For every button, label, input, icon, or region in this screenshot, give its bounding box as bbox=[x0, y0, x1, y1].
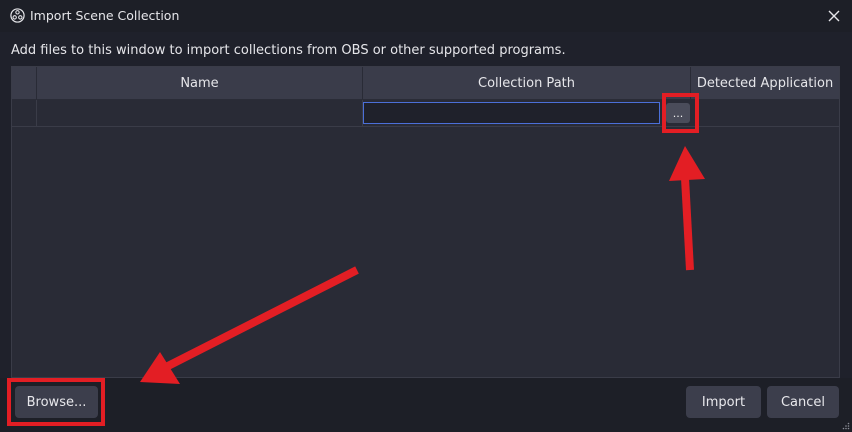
arrow-down-left-icon bbox=[140, 266, 359, 384]
annotation-arrows bbox=[140, 146, 705, 384]
resize-grip-icon[interactable] bbox=[842, 422, 850, 430]
arrow-up-icon bbox=[669, 146, 705, 271]
